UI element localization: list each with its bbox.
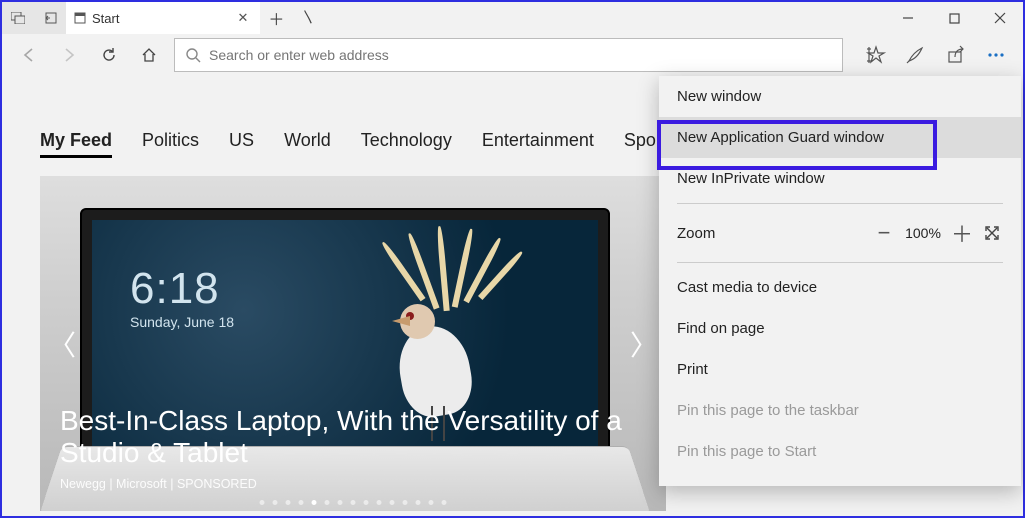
tab-actions-icon[interactable]: 〵 [292,2,324,34]
feed-tab-technology[interactable]: Technology [361,130,452,158]
toolbar-right [861,40,1011,70]
menu-pin-taskbar: Pin this page to the taskbar [659,390,1021,431]
menu-find[interactable]: Find on page [659,308,1021,349]
browser-tab-active[interactable]: Start ✕ [66,2,260,34]
hero-caption: Best-In-Class Laptop, With the Versatili… [60,405,646,491]
feed-tab-world[interactable]: World [284,130,331,158]
hero-dot[interactable] [260,500,265,505]
hero-dot[interactable] [273,500,278,505]
hero-dot[interactable] [338,500,343,505]
hero-clock-date: Sunday, June 18 [130,314,234,330]
menu-separator [677,203,1003,204]
hero-dot[interactable] [403,500,408,505]
home-button[interactable] [134,40,164,70]
task-view-icon[interactable] [2,2,34,34]
hero-dot[interactable] [364,500,369,505]
zoom-in-button[interactable]: ＋ [947,218,977,248]
hero-card[interactable]: 6:18 Sunday, June 18 〈 〉 Best-In-Class L… [40,176,666,511]
menu-zoom-row: Zoom − 100% ＋ [659,208,1021,258]
share-icon[interactable] [941,40,971,70]
window-maximize-button[interactable] [931,2,977,34]
hero-dot[interactable] [286,500,291,505]
hero-attribution: Newegg | Microsoft | SPONSORED [60,477,646,491]
menu-zoom-label: Zoom [677,225,869,242]
forward-button[interactable] [54,40,84,70]
hero-dot[interactable] [442,500,447,505]
hero-dot[interactable] [377,500,382,505]
hero-prev-icon[interactable]: 〈 [44,324,80,364]
hero-next-icon[interactable]: 〉 [626,324,662,364]
favorites-icon[interactable] [861,40,891,70]
tab-close-icon[interactable]: ✕ [235,10,250,26]
titlebar-left: Start ✕ ＋ 〵 [2,2,324,34]
zoom-value: 100% [899,225,947,241]
menu-print[interactable]: Print [659,349,1021,390]
feed-tab-us[interactable]: US [229,130,254,158]
tab-title: Start [92,11,229,26]
feed-tab-politics[interactable]: Politics [142,130,199,158]
feed-tab-entertainment[interactable]: Entertainment [482,130,594,158]
feed-tab-myfeed[interactable]: My Feed [40,130,112,158]
hero-title: Best-In-Class Laptop, With the Versatili… [60,405,646,469]
fullscreen-icon[interactable] [977,218,1007,248]
set-aside-tabs-icon[interactable] [34,2,66,34]
hero-dot[interactable] [416,500,421,505]
hero-dot[interactable] [429,500,434,505]
titlebar-drag-region [324,2,885,34]
hero-dot[interactable] [351,500,356,505]
back-button[interactable] [14,40,44,70]
more-button[interactable] [981,40,1011,70]
window-minimize-button[interactable] [885,2,931,34]
address-input-container[interactable] [174,38,843,72]
refresh-button[interactable] [94,40,124,70]
window-titlebar: Start ✕ ＋ 〵 [2,2,1023,34]
address-input[interactable] [209,47,832,63]
new-tab-button[interactable]: ＋ [260,2,292,34]
menu-new-application-guard-window[interactable]: New Application Guard window [659,117,1021,158]
menu-new-window[interactable]: New window [659,76,1021,117]
notes-icon[interactable] [901,40,931,70]
window-close-button[interactable] [977,2,1023,34]
menu-new-inprivate-window[interactable]: New InPrivate window [659,158,1021,199]
address-bar [2,34,1023,76]
hero-dot[interactable] [299,500,304,505]
menu-separator [677,262,1003,263]
hero-dot[interactable] [390,500,395,505]
hero-dot[interactable] [325,500,330,505]
tab-favicon-icon [74,12,86,24]
menu-cast[interactable]: Cast media to device [659,267,1021,308]
hero-clock: 6:18 Sunday, June 18 [130,264,234,330]
menu-pin-start: Pin this page to Start [659,431,1021,472]
search-icon [185,47,201,63]
more-menu: New window New Application Guard window … [659,76,1021,486]
hero-dot[interactable] [312,500,317,505]
zoom-out-button[interactable]: − [869,218,899,248]
hero-clock-time: 6:18 [130,264,234,314]
hero-pagination-dots[interactable] [260,500,447,505]
